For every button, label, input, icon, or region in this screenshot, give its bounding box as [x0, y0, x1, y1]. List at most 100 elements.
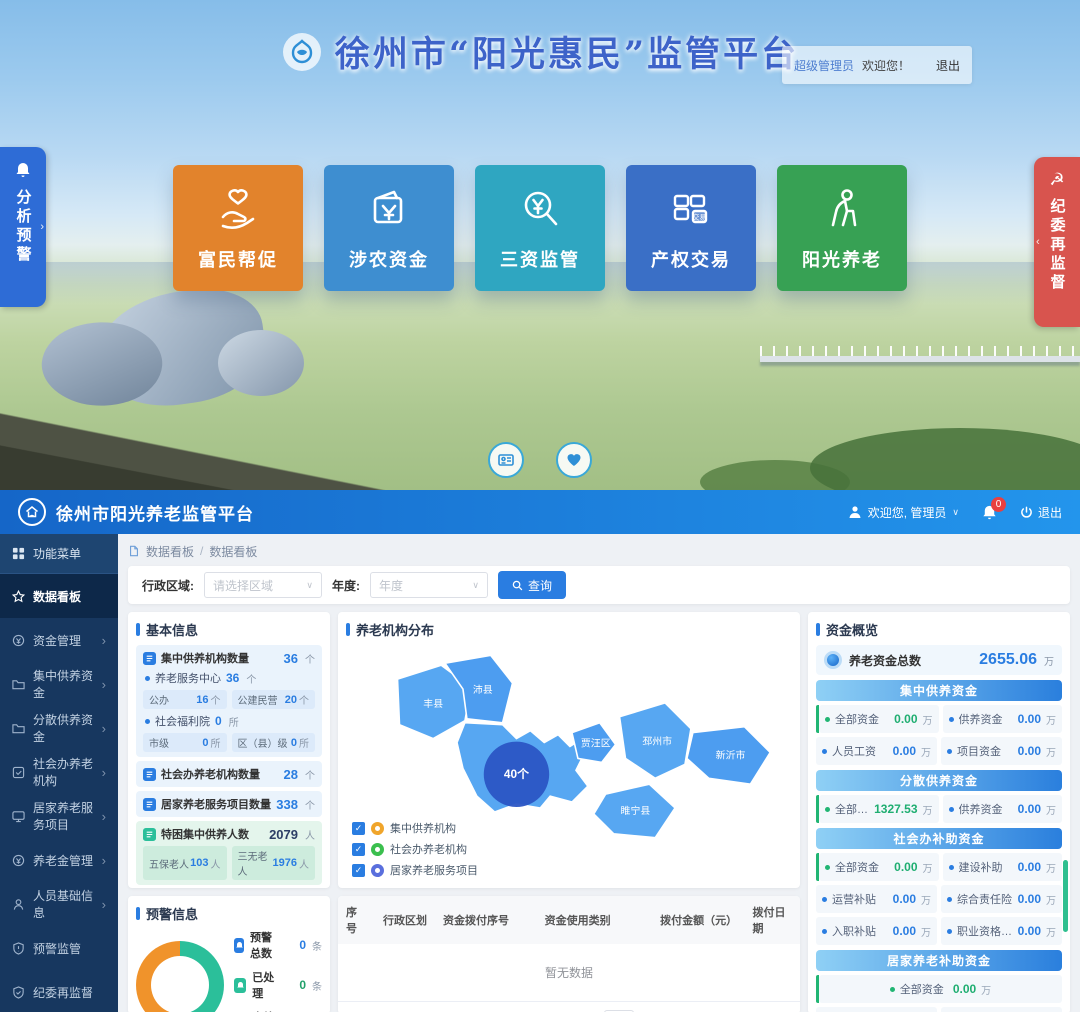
tile-yangguang-yanglao[interactable]: 阳光养老 — [777, 165, 907, 291]
chevron-right-icon — [102, 809, 106, 824]
bridge — [760, 356, 1080, 362]
monitor-icon — [12, 810, 25, 823]
logout-button[interactable]: 退出 — [1020, 504, 1062, 521]
map-bubble-label: 40个 — [504, 767, 529, 781]
breadcrumb-root[interactable]: 数据看板 — [146, 543, 194, 560]
screen: 徐州市“阳光惠民”监管平台 超级管理员 欢迎您！ 退出 富民帮促 涉农资金 三资… — [0, 0, 1080, 1012]
panel-title: 养老机构分布 — [346, 620, 792, 639]
breadcrumb-current: 数据看板 — [209, 543, 257, 560]
search-label: 查询 — [528, 577, 552, 594]
fund-item: 项目资金0.00万 — [941, 737, 1062, 765]
institution-map-panel: 养老机构分布 — [338, 612, 800, 888]
chevron-right-icon: › — [40, 221, 44, 233]
year-select[interactable]: 年度 — [370, 572, 488, 598]
bell-icon — [14, 161, 32, 179]
user-menu[interactable]: 欢迎您, 管理员 ∨ — [848, 504, 959, 521]
checkbox-checked[interactable]: ✓ — [352, 864, 365, 877]
funds-table: 序号 行政区划 资金拨付序号 资金使用类别 拨付金额（元） 拨付日期 — [338, 896, 800, 944]
sidebar-item-label: 人员基础信息 — [33, 887, 94, 921]
total-funds-card: 养老资金总数 2655.06 万 — [816, 645, 1062, 675]
sidebar-item-fund-mgmt[interactable]: 资金管理 — [0, 618, 118, 662]
doc-icon — [143, 768, 156, 781]
sidebar-item-data-board[interactable]: 数据看板 — [0, 574, 118, 618]
warning-stat: 预警总数 0条 — [234, 929, 322, 961]
elderly-person-icon — [817, 184, 867, 234]
legend-dot — [371, 864, 384, 877]
chevron-right-icon — [102, 853, 106, 868]
col-header: 行政区划 — [375, 896, 435, 944]
sidebar-item-social-institutions[interactable]: 社会办养老机构 — [0, 750, 118, 794]
tile-sanzi-jianguan[interactable]: 三资监管 — [475, 165, 605, 291]
welcome-text: 欢迎您！ — [862, 57, 910, 74]
fund-item: 建设补助0.00万 — [943, 853, 1063, 881]
search-button[interactable]: 查询 — [498, 571, 566, 599]
col-header: 拨付日期 — [745, 896, 800, 944]
checkbox-checked[interactable]: ✓ — [352, 843, 365, 856]
fund-item: 人员工资0.00万 — [816, 737, 937, 765]
sidebar-item-warning-supervision[interactable]: 预警监管 — [0, 926, 118, 970]
scrollbar-thumb[interactable] — [1063, 860, 1068, 932]
tile-fumin-bangcu[interactable]: 富民帮促 — [173, 165, 303, 291]
sidebar-item-label: 分散供养资金 — [33, 711, 94, 745]
region-placeholder: 请选择区域 — [213, 577, 273, 594]
sidebar-item-jiwei-supervision[interactable]: 纪委再监督 — [0, 970, 118, 1012]
jiwei-supervision-tab[interactable]: ☭ 纪委再监督 ‹ — [1034, 157, 1080, 327]
sidebar-item-home-care-projects[interactable]: 居家养老服务项目 — [0, 794, 118, 838]
basic-info-panel: 基本信息 集中供养机构数量 36 个 养老服务中心36个 公办16个 — [128, 612, 330, 888]
stat-value: 36 — [284, 651, 298, 666]
panel-title: 基本信息 — [136, 620, 322, 639]
checkbox-checked[interactable]: ✓ — [352, 822, 365, 835]
folder-icon — [12, 678, 25, 691]
id-card-button[interactable] — [488, 442, 524, 478]
sub-stat: 社会福利院0所 — [143, 713, 315, 729]
hero-float-buttons — [0, 442, 1080, 478]
tile-shenong-zijin[interactable]: 涉农资金 — [324, 165, 454, 291]
grid-icon — [12, 547, 25, 560]
region-label: 邳州市 — [642, 735, 672, 748]
funds-table-panel: 序号 行政区划 资金拨付序号 资金使用类别 拨付金额（元） 拨付日期 暂无数据 … — [338, 896, 800, 1012]
region-select[interactable]: 请选择区域 — [204, 572, 322, 598]
coin-ring-icon — [824, 651, 842, 669]
fund-item: 供养资金0.00万 — [943, 795, 1063, 823]
search-yuan-icon — [515, 184, 565, 234]
tile-label: 涉农资金 — [349, 246, 429, 272]
legend-dot — [371, 822, 384, 835]
welcome-label: 欢迎您, 管理员 — [868, 504, 947, 521]
sidebar-item-central-fund[interactable]: 集中供养资金 — [0, 662, 118, 706]
right-column: 资金概览 养老资金总数 2655.06 万 集中供养资金 全部资金0.00万 供… — [808, 612, 1070, 1012]
fund-item: 全部资金0.00万 — [819, 705, 939, 733]
chevron-right-icon — [102, 897, 106, 912]
hero-logout-button[interactable]: 退出 — [936, 57, 960, 74]
filter-bar: 行政区域: 请选择区域 年度: 年度 查询 — [128, 566, 1070, 604]
col-header: 资金拨付序号 — [435, 896, 537, 944]
chevron-right-icon — [102, 633, 106, 648]
tile-label: 产权交易 — [651, 246, 731, 272]
sidebar-item-pension-mgmt[interactable]: 养老金管理 — [0, 838, 118, 882]
tile-chanquan-jiaoyi[interactable]: 交易 产权交易 — [626, 165, 756, 291]
stat-card-central-institutions: 集中供养机构数量 36 个 养老服务中心36个 公办16个 公建民营20个 社会… — [136, 645, 322, 757]
wallet-yuan-icon — [364, 184, 414, 234]
warning-stat: 已处理 0条 — [234, 969, 322, 1001]
analysis-warning-tab[interactable]: 分析预警 › — [0, 147, 46, 307]
sidebar-item-personnel-info[interactable]: 人员基础信息 — [0, 882, 118, 926]
sidebar-item-label: 数据看板 — [33, 588, 81, 605]
col-header: 拨付金额（元） — [652, 896, 744, 944]
year-filter-label: 年度: — [332, 577, 360, 594]
heart-care-button[interactable] — [556, 442, 592, 478]
bullet-dot — [145, 676, 150, 681]
check-square-icon — [12, 766, 25, 779]
museum-building — [218, 330, 304, 396]
fund-item: 供养资金0.00万 — [943, 705, 1063, 733]
logout-label: 退出 — [1038, 504, 1062, 521]
sub-chip: 区（县）级0所 — [232, 733, 316, 752]
sidebar-item-dispersed-fund[interactable]: 分散供养资金 — [0, 706, 118, 750]
region-label: 贾汪区 — [581, 738, 611, 750]
sub-chip: 公办16个 — [143, 690, 227, 709]
fund-item: 综合责任险0.00万 — [941, 885, 1062, 913]
region-label: 睢宁县 — [621, 804, 651, 817]
header-actions: 欢迎您, 管理员 ∨ 0 退出 — [848, 504, 1062, 521]
notifications-button[interactable]: 0 — [981, 504, 998, 521]
chevron-down-icon: ∨ — [952, 507, 959, 518]
legend-item: ✓ 居家养老服务项目 — [352, 862, 478, 878]
coins-icon — [12, 634, 25, 647]
